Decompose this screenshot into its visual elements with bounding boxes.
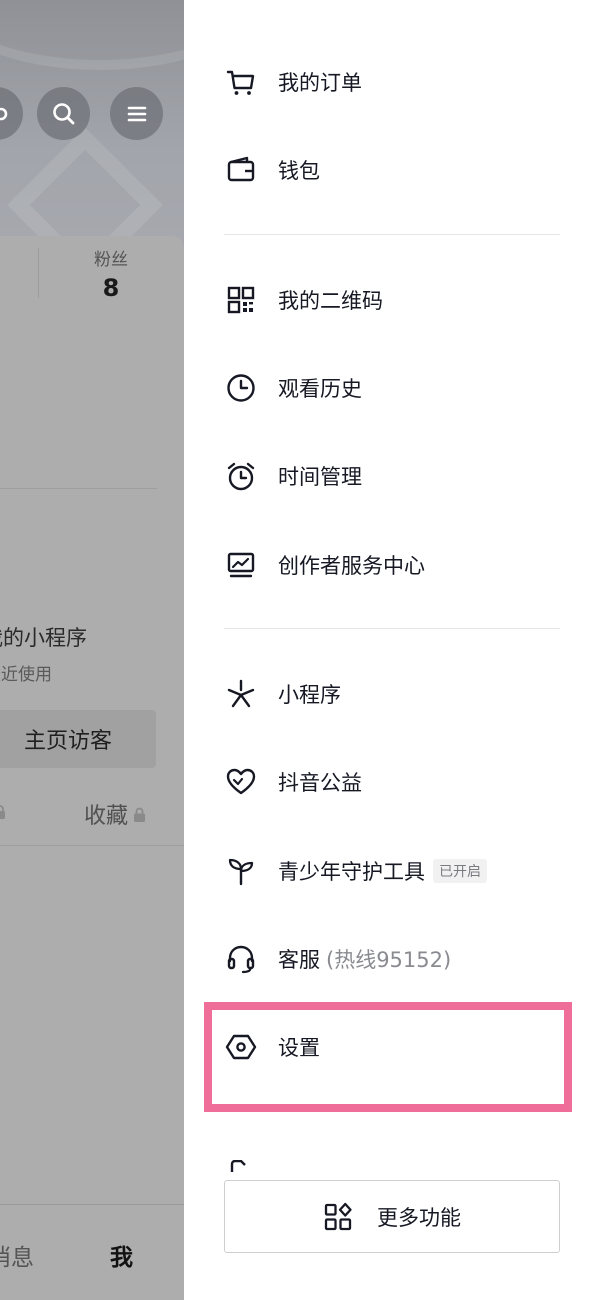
stat-divider <box>38 248 39 298</box>
side-drawer-menu: 我的订单 钱包 我的二维码 观看历史 时间管理 创作者服务中心 小程序 抖音公益… <box>184 0 600 1300</box>
hamburger-menu-icon <box>127 106 146 121</box>
menu-item-charity[interactable]: 抖音公益 <box>224 757 564 807</box>
enabled-badge: 已开启 <box>433 859 487 883</box>
bottom-nav-divider <box>0 1204 184 1205</box>
menu-item-label: 我的二维码 <box>278 289 383 313</box>
menu-item-label: 时间管理 <box>278 465 362 489</box>
tab-favorites-label: 收藏 <box>84 804 129 829</box>
menu-item-label: 小程序 <box>278 683 341 707</box>
menu-item-creator-center[interactable]: 创作者服务中心 <box>224 540 564 590</box>
menu-item-mini-programs[interactable]: 小程序 <box>224 669 564 719</box>
nav-messages[interactable]: 消息 <box>0 1238 34 1272</box>
section-divider <box>0 488 157 489</box>
fans-label: 粉丝 <box>94 250 128 270</box>
menu-item-label: 青少年守护工具 <box>278 860 425 884</box>
headset-icon <box>224 942 258 976</box>
profile-page-dimmed[interactable]: 粉丝 8 我的小程序 最近使用 主页访客 收藏 消息 我 <box>0 0 184 1300</box>
menu-item-label: 抖音公益 <box>278 771 362 795</box>
sprout-icon <box>224 854 258 888</box>
fans-count[interactable]: 8 <box>70 274 152 302</box>
cart-icon <box>224 65 258 99</box>
qr-code-icon <box>224 283 258 317</box>
menu-item-settings[interactable]: 设置 <box>224 1022 564 1072</box>
menu-item-label: 我的订单 <box>278 71 362 95</box>
menu-item-label: 钱包 <box>278 159 320 183</box>
lock-icon <box>134 807 146 822</box>
menu-item-customer-service[interactable]: 客服 (热线95152) <box>224 934 564 984</box>
recently-used-label: 最近使用 <box>0 665 52 685</box>
menu-item-label: 客服 <box>278 948 320 972</box>
settings-hexagon-icon <box>224 1030 258 1064</box>
lock-icon <box>0 805 5 819</box>
apps-grid-icon <box>324 1202 352 1230</box>
menu-item-label: 创作者服务中心 <box>278 554 425 578</box>
menu-item-label: 设置 <box>278 1036 320 1060</box>
tab-favorites[interactable]: 收藏 <box>84 798 146 830</box>
nav-me[interactable]: 我 <box>110 1238 133 1272</box>
my-mini-programs-title[interactable]: 我的小程序 <box>0 622 87 652</box>
profile-card <box>0 236 184 1300</box>
wallet-icon <box>224 153 258 187</box>
header-decoration <box>0 0 184 70</box>
partial-icon <box>0 107 7 120</box>
menu-item-label: 观看历史 <box>278 377 362 401</box>
profile-visitors-button[interactable]: 主页访客 <box>0 710 156 768</box>
header-decoration <box>7 127 163 250</box>
partial-next-item-icon <box>230 1160 246 1172</box>
menu-divider <box>224 234 560 235</box>
menu-item-wallet[interactable]: 钱包 <box>224 145 564 195</box>
mini-program-icon <box>224 677 258 711</box>
clock-icon <box>224 371 258 405</box>
more-features-button[interactable]: 更多功能 <box>224 1180 560 1253</box>
menu-item-qr-code[interactable]: 我的二维码 <box>224 275 564 325</box>
alarm-clock-icon <box>224 459 258 493</box>
creator-monitor-icon <box>224 548 258 582</box>
charity-heart-icon <box>224 765 258 799</box>
hotline-number: (热线95152) <box>326 948 452 972</box>
tabs-divider <box>0 845 184 846</box>
menu-divider <box>224 628 560 629</box>
more-features-label: 更多功能 <box>377 1205 461 1230</box>
search-icon <box>52 102 74 124</box>
menu-item-teen-protection[interactable]: 青少年守护工具 已开启 <box>224 846 564 896</box>
menu-item-watch-history[interactable]: 观看历史 <box>224 363 564 413</box>
search-button[interactable] <box>37 87 90 140</box>
menu-button[interactable] <box>110 87 163 140</box>
menu-item-orders[interactable]: 我的订单 <box>224 57 564 107</box>
menu-item-time-management[interactable]: 时间管理 <box>224 451 564 501</box>
